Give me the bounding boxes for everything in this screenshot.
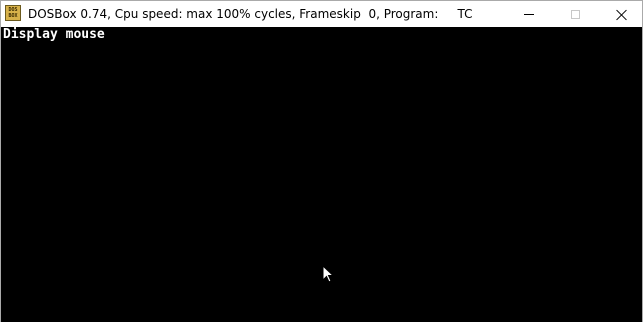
dosbox-window: DOS BOX DOSBox 0.74, Cpu speed: max 100%… <box>0 0 643 322</box>
dosbox-icon[interactable]: DOS BOX <box>5 5 21 21</box>
maximize-icon <box>570 9 580 19</box>
minimize-button[interactable] <box>506 1 552 27</box>
window-title: DOSBox 0.74, Cpu speed: max 100% cycles,… <box>28 7 473 21</box>
console-line: Display mouse <box>3 27 105 42</box>
close-button[interactable] <box>598 1 643 27</box>
minimize-icon <box>524 13 534 15</box>
icon-text-bottom: BOX <box>8 13 18 19</box>
mouse-cursor-icon <box>322 265 334 283</box>
close-icon <box>616 9 627 20</box>
maximize-button[interactable] <box>552 1 598 27</box>
title-bar[interactable]: DOS BOX DOSBox 0.74, Cpu speed: max 100%… <box>1 1 642 27</box>
dos-screen[interactable]: Display mouse <box>1 27 642 322</box>
